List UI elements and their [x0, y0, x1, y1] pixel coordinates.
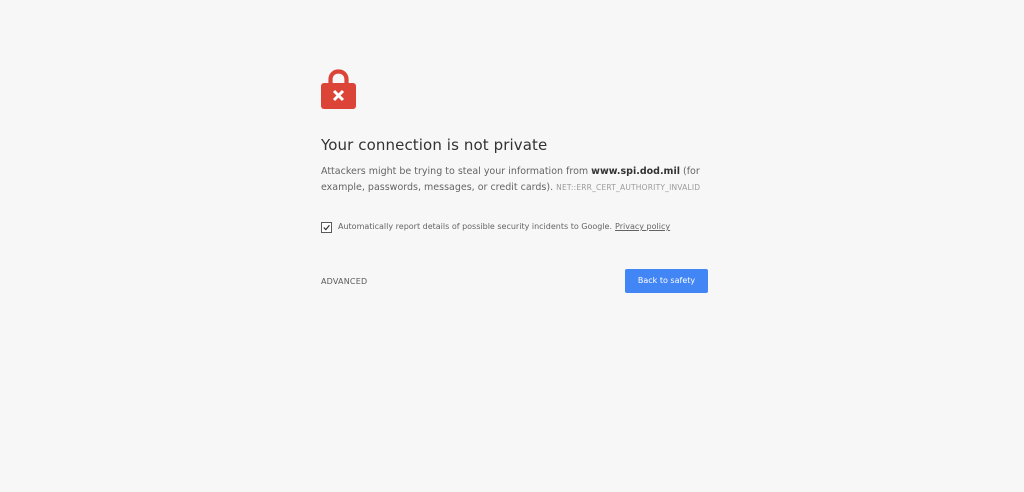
- explanation-prefix: Attackers might be trying to steal your …: [321, 166, 592, 177]
- report-label: Automatically report details of possible…: [338, 222, 613, 231]
- lock-error-icon: [321, 69, 356, 109]
- page-title: Your connection is not private: [321, 136, 548, 154]
- privacy-policy-link[interactable]: Privacy policy: [615, 221, 670, 233]
- error-code: NET::ERR_CERT_AUTHORITY_INVALID: [556, 183, 701, 192]
- report-row: Automatically report details of possible…: [321, 221, 670, 233]
- main-message: Attackers might be trying to steal your …: [321, 164, 711, 196]
- host-name: www.spi.dod.mil: [591, 166, 680, 177]
- back-to-safety-button[interactable]: Back to safety: [625, 269, 708, 293]
- report-checkbox[interactable]: [321, 221, 332, 233]
- checkmark-icon: [323, 224, 330, 230]
- advanced-button[interactable]: ADVANCED: [321, 276, 367, 288]
